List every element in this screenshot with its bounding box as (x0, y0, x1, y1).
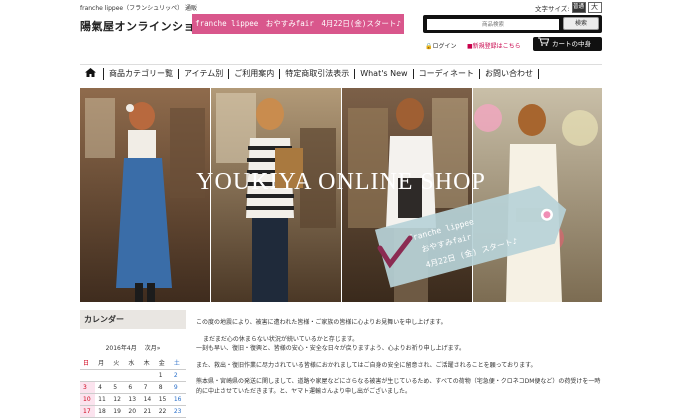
calendar-day: 4 (95, 381, 111, 394)
login-label: ログイン (432, 43, 457, 50)
calendar-month-title: 2016年4月 次月» (80, 343, 186, 352)
calendar-week-row: 3 4 5 6 7 8 9 (80, 381, 186, 394)
global-nav: 商品カテゴリー覧 アイテム別 ご利用案内 特定商取引法表示 What's New… (80, 64, 602, 82)
notice-paragraph: この度の地震により、被害に遭われた皆様・ご家族の皆様に心よりお見舞いを申し上げま… (196, 319, 447, 326)
calendar-month: 2016年4月 (105, 345, 137, 352)
weekday-sun: 日 (80, 357, 96, 370)
nav-item-items[interactable]: アイテム別 (179, 68, 230, 79)
calendar-day: 12 (110, 393, 126, 406)
weekday-mon: 月 (95, 357, 111, 370)
calendar-day: 5 (110, 381, 126, 394)
nav-home[interactable] (80, 67, 104, 80)
calendar-day: 13 (125, 393, 141, 406)
calendar-week-row: 17 18 19 20 21 22 23 (80, 405, 186, 418)
notice-paragraph: また、救出・復旧作業に尽力されている皆様におかれましてはご自身の安全に留意され、… (196, 361, 537, 369)
notice-content: この度の地震により、被害に遭われた皆様・ご家族の皆様に心よりお見舞いを申し上げま… (196, 318, 606, 403)
calendar-day: 1 (155, 369, 171, 382)
font-size-normal-button[interactable]: 普通 (571, 2, 586, 13)
calendar-day: 17 (80, 405, 96, 418)
hero-image[interactable]: YOUKIYA ONLINE SHOP franche lippee おやすみf… (80, 88, 602, 302)
login-link[interactable]: 🔒ログイン (425, 41, 457, 50)
calendar-day: 21 (140, 405, 156, 418)
search-button[interactable]: 検索 (563, 17, 599, 30)
notice-paragraph: まだまだ心の休まらない状況が続いているかと存じます。 (203, 335, 359, 343)
calendar-day: 6 (125, 381, 141, 394)
calendar-day: 23 (170, 405, 186, 418)
calendar-day: 20 (125, 405, 141, 418)
cart-button[interactable]: カートの中身 (533, 37, 602, 51)
search-input[interactable] (427, 19, 559, 30)
nav-item-legal[interactable]: 特定商取引法表示 (280, 68, 356, 79)
calendar-day: 14 (140, 393, 156, 406)
notice-paragraph: 熊本県・宮崎県の発送に関しまして、道路や家屋などにさらなる被害が生じているため、… (196, 378, 601, 395)
fair-banner[interactable]: franche lippee おやすみfair 4月22日(金)スタート♪ (192, 14, 404, 34)
weekday-wed: 水 (125, 357, 141, 370)
nav-item-guide[interactable]: ご利用案内 (229, 68, 281, 79)
calendar-day: 22 (155, 405, 171, 418)
hero-title: YOUKIYA ONLINE SHOP (196, 169, 486, 195)
calendar-week-row: 10 11 12 13 14 15 16 (80, 393, 186, 406)
calendar-week-row: 1 2 (80, 369, 186, 382)
font-size-label: 文字サイズ: (535, 4, 570, 13)
weekday-thu: 木 (140, 357, 156, 370)
calendar-table: 日 月 火 水 木 金 土 1 2 3 4 5 6 7 8 9 10 11 12… (80, 357, 186, 418)
calendar-day: 2 (170, 369, 186, 382)
calendar-day: 15 (155, 393, 171, 406)
home-icon (85, 67, 96, 79)
nav-item-categories[interactable]: 商品カテゴリー覧 (104, 68, 179, 79)
register-label: 新規登録はこちら (472, 43, 521, 50)
cart-icon (538, 37, 550, 51)
calendar-day (110, 369, 126, 382)
calendar-day: 16 (170, 393, 186, 406)
calendar-sidebar: カレンダー 2016年4月 次月» 日 月 火 水 木 金 土 1 2 3 4 5… (80, 310, 186, 418)
site-tagline: franche lippee（フランシュリッペ） 通販 (80, 5, 198, 12)
nav-item-coordinate[interactable]: コーディネート (414, 68, 481, 79)
calendar-day (80, 369, 96, 382)
register-link[interactable]: ■新規登録はこちら (467, 41, 521, 50)
cart-label: カートの中身 (552, 40, 591, 48)
calendar-day: 8 (155, 381, 171, 394)
notice-paragraph: 一刻も早い、復旧・復興と、皆様の安心・安全な日々が戻りますよう、心よりお祈り申し… (196, 345, 466, 352)
calendar-day (125, 369, 141, 382)
calendar-day (140, 369, 156, 382)
calendar-day: 7 (140, 381, 156, 394)
nav-item-contact[interactable]: お問い合わせ (480, 68, 540, 79)
weekday-tue: 火 (110, 357, 126, 370)
calendar-day: 9 (170, 381, 186, 394)
calendar-next-link[interactable]: 次月» (145, 345, 161, 352)
calendar-weekday-row: 日 月 火 水 木 金 土 (80, 357, 186, 370)
weekday-fri: 金 (155, 357, 171, 370)
calendar-day: 11 (95, 393, 111, 406)
weekday-sat: 土 (170, 357, 186, 370)
calendar-day: 19 (110, 405, 126, 418)
font-size-large-button[interactable]: 大 (587, 2, 602, 13)
calendar-heading: カレンダー (80, 310, 186, 329)
calendar-day: 10 (80, 393, 96, 406)
nav-item-whats-new[interactable]: What's New (355, 68, 414, 79)
font-size-switcher: 文字サイズ: 普通 大 (535, 2, 602, 13)
calendar-day: 18 (95, 405, 111, 418)
calendar-day (95, 369, 111, 382)
calendar-day: 3 (80, 381, 96, 394)
